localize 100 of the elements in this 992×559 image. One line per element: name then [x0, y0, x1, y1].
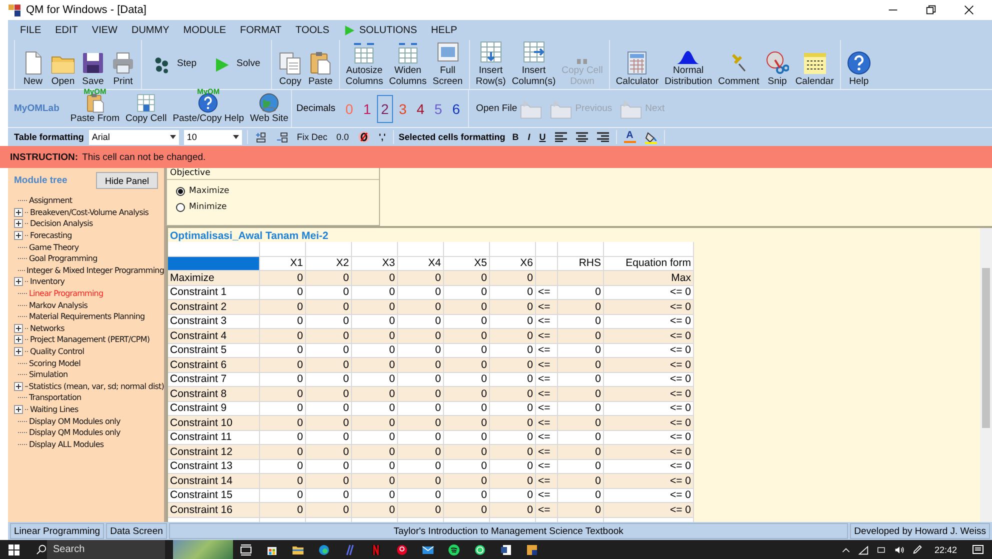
text-style-button[interactable]: U	[537, 132, 548, 142]
status-textbook: Taylor's Introduction to Management Science Textbook	[168, 523, 848, 539]
toolbar-button[interactable]: Snip	[762, 40, 792, 88]
module-tree-item[interactable]: Markov Analysis	[29, 300, 88, 310]
toolbar-button[interactable]: Full Screen	[430, 40, 466, 88]
comma-button[interactable]: ','	[376, 132, 388, 142]
module-tree-item[interactable]: Transportation	[29, 393, 82, 402]
decimal-button[interactable]: 1	[359, 94, 376, 122]
module-tree-item[interactable]: Material Requirements Planning	[29, 312, 145, 322]
module-tree-item[interactable]: Assignment	[29, 196, 72, 206]
taskbar-search-field[interactable]: Search	[47, 540, 165, 559]
menu-item[interactable]: HELP	[425, 21, 464, 39]
font-color-button[interactable]: A	[622, 131, 638, 143]
toolbar-button[interactable]: Web Site	[246, 90, 292, 127]
objective-option[interactable]: Maximize	[176, 186, 230, 196]
toolbar-button[interactable]: Copy	[275, 40, 306, 88]
radio-button[interactable]	[176, 186, 185, 196]
toolbar-button[interactable]: Copy Cell	[122, 90, 170, 127]
table-cell: <= 0	[604, 445, 694, 460]
module-tree-item[interactable]: Project Management (PERT/CPM)	[30, 335, 150, 344]
module-tree-item[interactable]: Waiting Lines	[30, 404, 78, 414]
toolbar-button[interactable]: Open	[48, 40, 78, 88]
table-cell	[490, 242, 536, 256]
table-cell: 0	[352, 474, 398, 488]
module-tree-item[interactable]: Inventory	[30, 277, 65, 286]
clipboard-icon	[308, 50, 332, 75]
module-tree-item[interactable]: Display ALL Modules	[29, 440, 104, 449]
toolbar-button[interactable]: New	[18, 40, 48, 88]
menu-item[interactable]: FORMAT	[234, 21, 288, 39]
toolbar-button[interactable]: Help	[844, 40, 874, 88]
toolbar-button[interactable]: Print	[108, 40, 138, 88]
menu-item[interactable]: MODULE	[177, 21, 232, 39]
text-style-button[interactable]: I	[526, 132, 532, 142]
menu-item[interactable]: TOOLS	[290, 21, 336, 39]
toolbar-button[interactable]: Insert Row(s)	[472, 40, 509, 88]
font-dropdown[interactable]: Arial	[88, 130, 179, 144]
decimal-button[interactable]: 6	[448, 94, 464, 122]
table-cell: <=	[536, 387, 558, 402]
toolbar-button[interactable]: Solve	[204, 56, 268, 74]
zero-button[interactable]	[356, 131, 372, 143]
align-right-button[interactable]	[594, 132, 611, 142]
module-tree-item[interactable]: Quality Control	[30, 347, 84, 356]
selected-cell[interactable]	[168, 256, 260, 271]
toolbar-button[interactable]: Comment	[715, 40, 762, 88]
module-tree-item[interactable]: Game Theory	[29, 242, 79, 252]
table-cell: 0	[444, 329, 490, 344]
menu-item[interactable]: SOLUTIONS	[337, 21, 424, 39]
toolbar-button[interactable]: Autosize Columns	[342, 40, 386, 88]
module-tree-item[interactable]: Breakeven/Cost-Volume Analysis	[30, 208, 149, 217]
table-cell: 0	[444, 474, 490, 488]
module-tree-item[interactable]: Networks	[30, 324, 64, 333]
toolbar-button[interactable]: Step	[145, 56, 205, 74]
table-cell: 0	[398, 300, 444, 314]
scrollbar[interactable]	[980, 228, 992, 522]
number-format-button[interactable]: 0.0	[334, 132, 351, 142]
align-center-button[interactable]	[574, 132, 590, 142]
decimal-button[interactable]: 4	[412, 94, 428, 122]
toolbar-button[interactable]: Widen Columns	[386, 40, 430, 88]
menu-item[interactable]: EDIT	[49, 21, 84, 39]
table-cell: 0	[490, 416, 536, 430]
table-cell: 0	[444, 271, 490, 286]
radio-button[interactable]	[176, 202, 185, 212]
table-cell: 0	[444, 300, 490, 314]
module-tree-item[interactable]: Goal Programming	[29, 254, 98, 264]
table-cell: <=	[536, 358, 558, 372]
align-left-button[interactable]	[552, 132, 569, 142]
table-cell: 0	[444, 387, 490, 402]
toolbar-button[interactable]: Paste	[305, 40, 336, 88]
fill-color-button[interactable]	[642, 130, 659, 144]
table-cell: 0	[558, 416, 604, 430]
toolbar-button[interactable]: Calendar	[792, 40, 837, 88]
group-legend: Objective	[167, 168, 379, 180]
module-tree-item[interactable]: Simulation	[29, 370, 68, 380]
module-tree-item[interactable]: Statistics (mean, var, sd; normal dist)	[28, 382, 164, 391]
menu-item[interactable]: FILE	[14, 21, 48, 39]
toolbar-button[interactable]: Save	[78, 40, 108, 88]
module-tree-item[interactable]: Integer & Mixed Integer Programming	[26, 266, 164, 275]
text-style-button[interactable]: B	[510, 132, 521, 142]
clock: 22:42	[934, 544, 957, 554]
fix-decimal-button[interactable]: Fix Dec	[294, 132, 330, 142]
toolbar-button[interactable]: Calculator	[612, 40, 662, 88]
size-dropdown[interactable]: 10	[184, 130, 242, 144]
table-cell: 0	[444, 503, 490, 518]
toolbar-button[interactable]: Insert Column(s)	[508, 40, 559, 88]
module-tree-item[interactable]: Decision Analysis	[30, 219, 93, 228]
objective-option[interactable]: Minimize	[176, 202, 227, 212]
module-tree-item[interactable]: Scoring Model	[29, 358, 80, 368]
file-nav-button[interactable]: Open File	[473, 96, 546, 120]
table-cell	[444, 242, 490, 256]
menu-item[interactable]: DUMMY	[125, 21, 176, 39]
decimal-button[interactable]: 2	[377, 94, 393, 122]
module-tree-item[interactable]: Display OM Modules only	[29, 416, 120, 426]
module-tree-item[interactable]: Display QM Modules only	[29, 428, 120, 438]
module-tree-item[interactable]: Forecasting	[30, 231, 72, 240]
help-icon	[846, 50, 871, 75]
menu-item[interactable]: VIEW	[86, 21, 124, 39]
toolbar-button[interactable]: Normal Distribution	[662, 40, 716, 88]
table-cell: 0	[398, 474, 444, 488]
table-cell: <=	[536, 474, 558, 488]
hide-panel-button[interactable]: Hide Panel	[96, 172, 158, 189]
